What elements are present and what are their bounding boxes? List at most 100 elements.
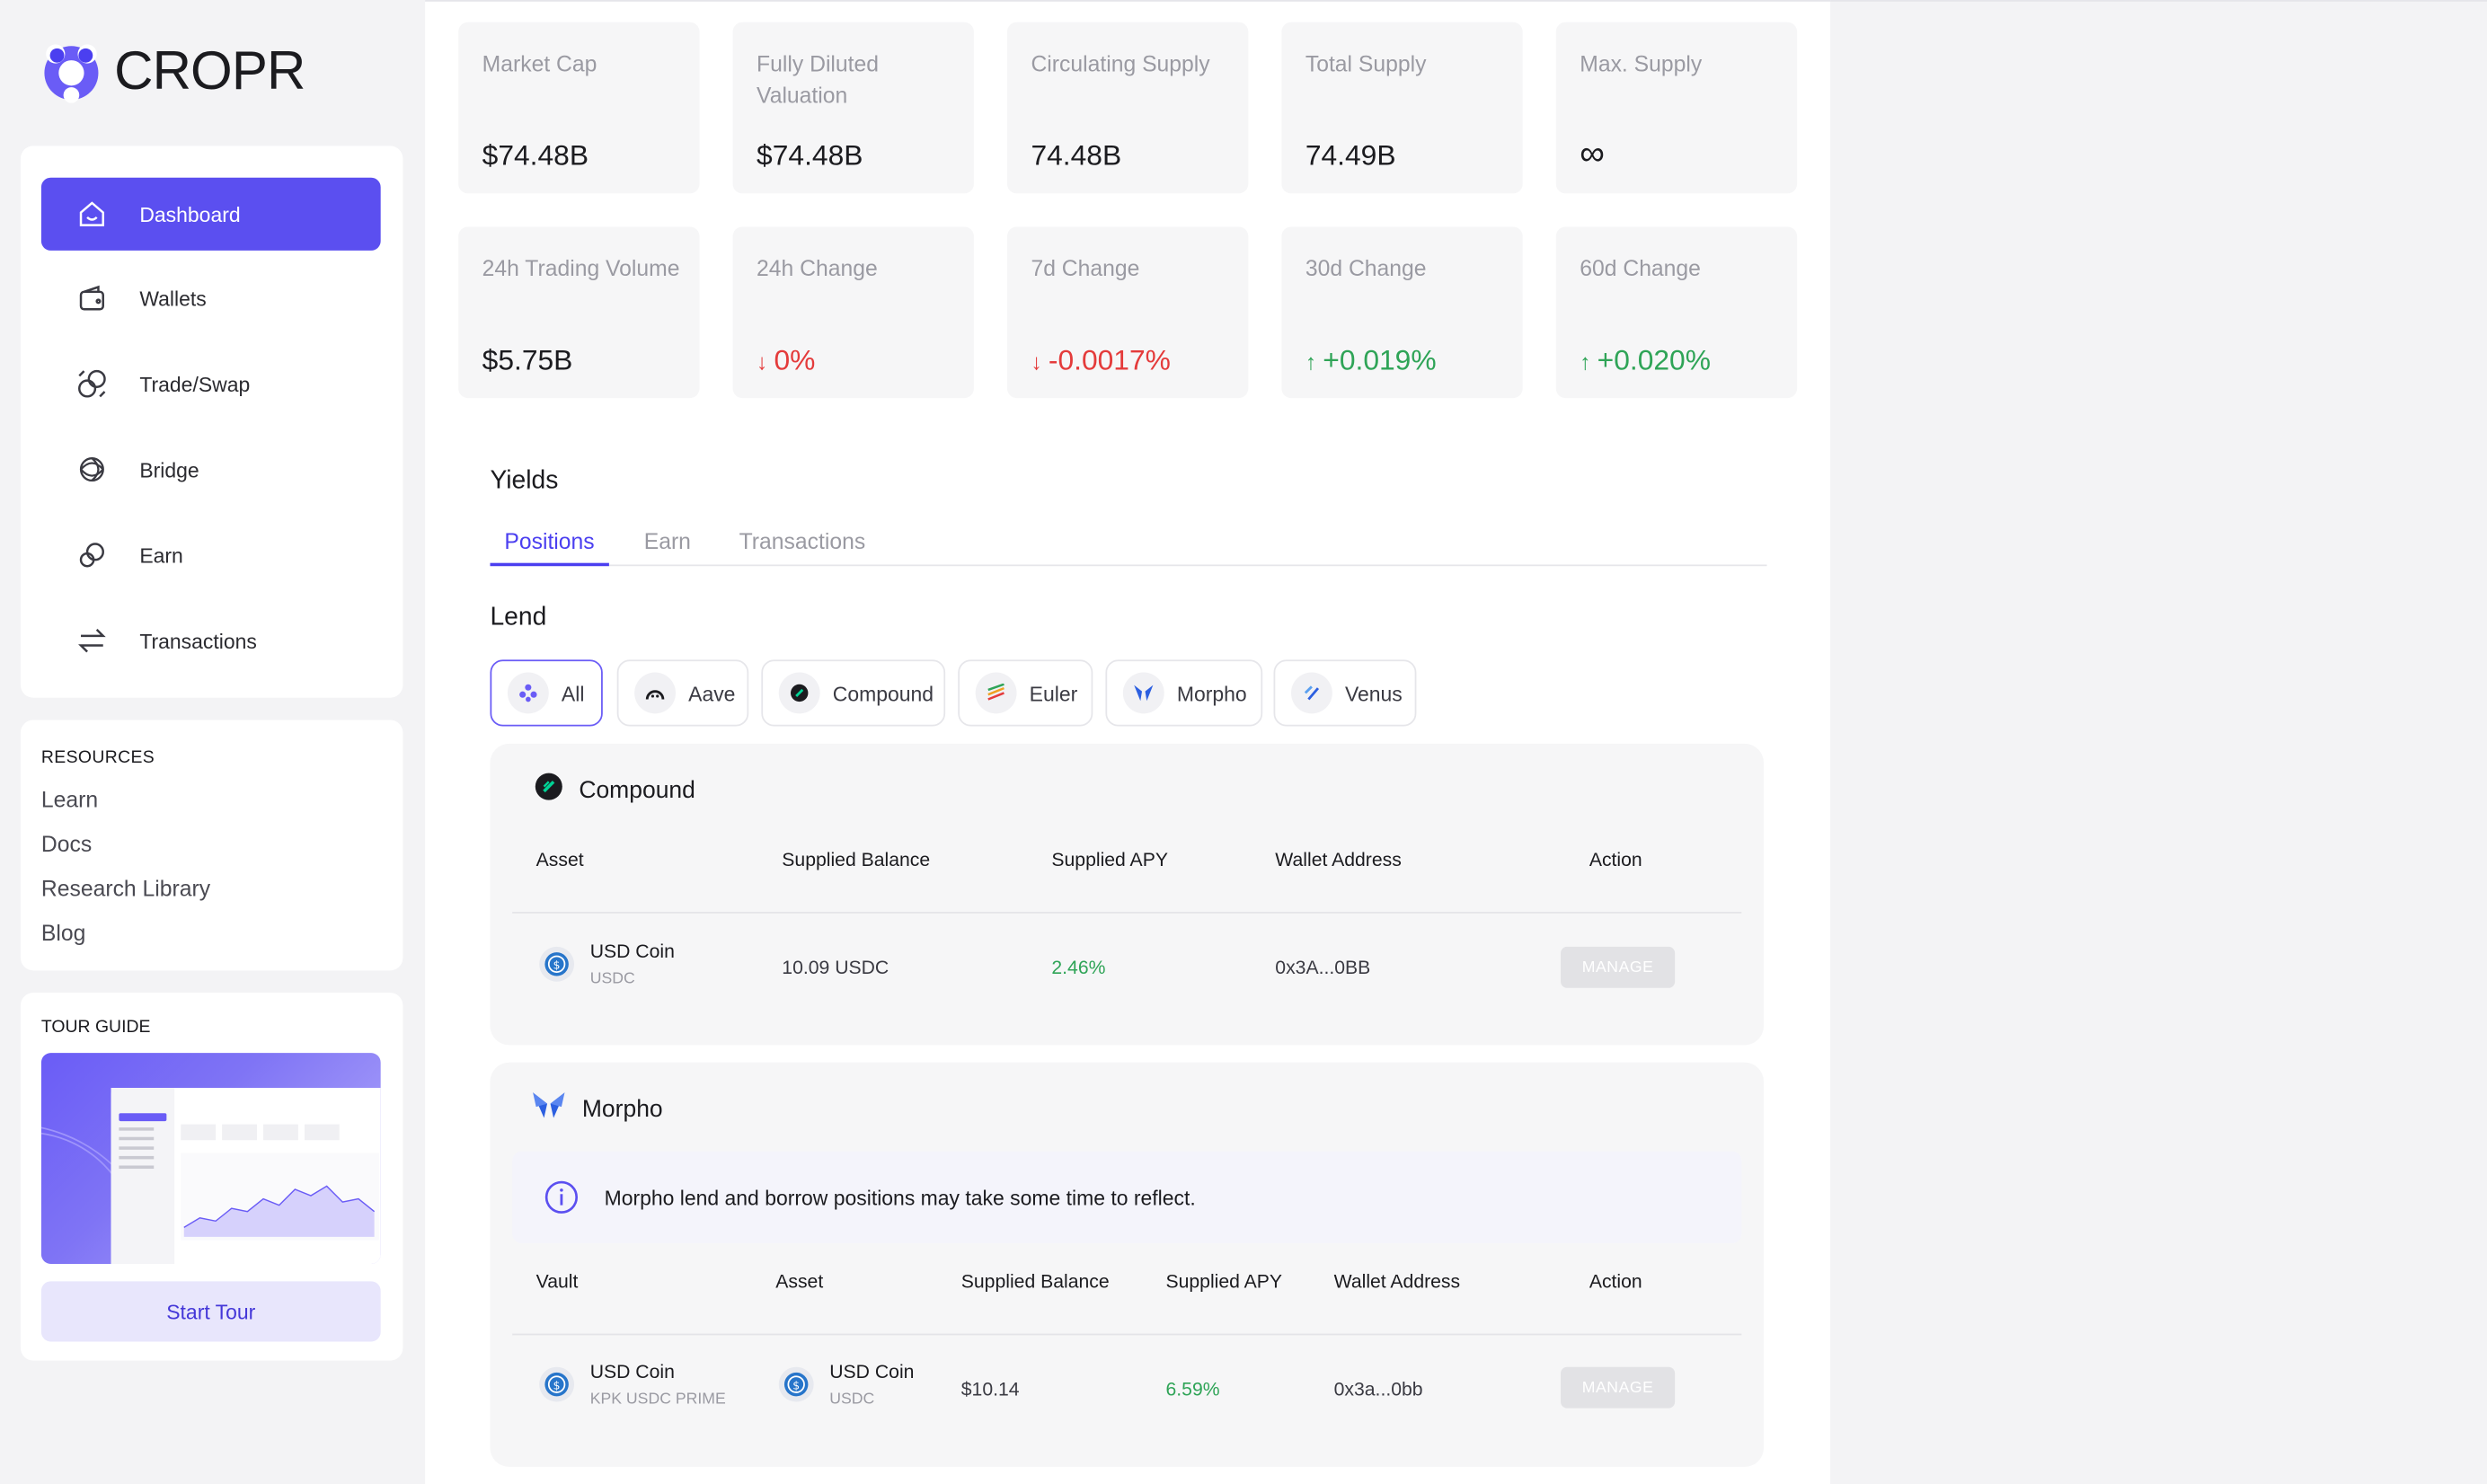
stat-value: $74.48B bbox=[482, 139, 589, 172]
aave-icon bbox=[634, 672, 677, 714]
morpho-positions-panel: Morpho Morpho lend and borrow positions … bbox=[490, 1062, 1765, 1467]
sidebar-item-label: Bridge bbox=[139, 457, 199, 481]
euler-icon bbox=[975, 672, 1017, 714]
stat-24h-change: 24h Change ↓ 0% bbox=[732, 226, 974, 399]
stat-value-up: ↑ +0.020% bbox=[1580, 344, 1711, 377]
sidebar-item-transactions[interactable]: Transactions bbox=[41, 605, 381, 677]
svg-text:$: $ bbox=[553, 959, 561, 972]
stat-label: Fully Diluted Valuation bbox=[757, 50, 880, 109]
stat-label: 30d Change bbox=[1305, 255, 1427, 281]
filter-morpho[interactable]: Morpho bbox=[1105, 659, 1263, 727]
resources-card: RESOURCES Learn Docs Research Library Bl… bbox=[20, 720, 403, 971]
stat-circulating-supply: Circulating Supply 74.48B bbox=[1006, 22, 1249, 194]
stat-total-supply: Total Supply 74.49B bbox=[1281, 22, 1523, 194]
resource-link-learn[interactable]: Learn bbox=[41, 787, 98, 812]
tour-guide-card: TOUR GUIDE Start Tour bbox=[20, 993, 403, 1361]
filter-aave[interactable]: Aave bbox=[616, 659, 749, 727]
sidebar-item-wallets[interactable]: Wallets bbox=[41, 261, 381, 334]
sidebar-item-trade-swap[interactable]: Trade/Swap bbox=[41, 348, 381, 420]
main-nav: Dashboard Wallets Trade/Swap Bridge Earn… bbox=[20, 146, 403, 698]
sidebar-item-bridge[interactable]: Bridge bbox=[41, 433, 381, 506]
column-header: Supplied Balance bbox=[782, 848, 931, 871]
wallet-address[interactable]: 0x3A...0BB bbox=[1275, 956, 1370, 978]
resource-link-blog[interactable]: Blog bbox=[41, 920, 85, 945]
yields-tabs: Positions Earn Transactions bbox=[490, 525, 1767, 567]
sidebar-item-label: Trade/Swap bbox=[139, 371, 251, 396]
filter-compound[interactable]: Compound bbox=[761, 659, 946, 727]
stat-label: 24h Trading Volume bbox=[482, 255, 680, 281]
right-pane bbox=[1830, 0, 2487, 1484]
wallet-icon bbox=[75, 280, 110, 315]
tour-preview-image bbox=[40, 1053, 381, 1264]
column-header: Vault bbox=[535, 1270, 579, 1293]
main-content: Market Cap $74.48B Fully Diluted Valuati… bbox=[425, 0, 1831, 1484]
stat-label: Total Supply bbox=[1305, 50, 1427, 76]
tour-guide-heading: TOUR GUIDE bbox=[40, 1018, 151, 1038]
manage-button[interactable]: MANAGE bbox=[1561, 946, 1676, 988]
filter-label: Euler bbox=[1029, 681, 1078, 705]
filter-label: Aave bbox=[688, 681, 736, 705]
tab-positions[interactable]: Positions bbox=[490, 528, 609, 567]
stat-60d-change: 60d Change ↑ +0.020% bbox=[1555, 226, 1798, 399]
usdc-icon: $ bbox=[778, 1366, 814, 1402]
filter-venus[interactable]: Venus bbox=[1273, 659, 1417, 727]
vault-symbol: KPK USDC PRIME bbox=[589, 1391, 726, 1409]
stat-7d-change: 7d Change ↓ -0.0017% bbox=[1006, 226, 1249, 399]
compound-positions-panel: Compound Asset Supplied Balance Supplied… bbox=[490, 743, 1765, 1046]
stat-value: -0.0017% bbox=[1048, 344, 1171, 376]
venus-icon bbox=[1290, 672, 1332, 714]
arrow-down-icon: ↓ bbox=[757, 348, 768, 374]
app-name: CROPR bbox=[114, 40, 305, 102]
filter-all[interactable]: All bbox=[490, 659, 603, 727]
column-header: Wallet Address bbox=[1333, 1270, 1461, 1293]
morpho-info-notice: Morpho lend and borrow positions may tak… bbox=[512, 1151, 1742, 1243]
usdc-icon: $ bbox=[539, 1366, 575, 1402]
app-logo[interactable]: CROPR bbox=[41, 41, 305, 103]
panel-title: Morpho bbox=[531, 1091, 663, 1126]
tab-earn[interactable]: Earn bbox=[630, 528, 705, 566]
wallet-address[interactable]: 0x3a...0bb bbox=[1334, 1378, 1423, 1400]
stat-24h-trading-volume: 24h Trading Volume $5.75B bbox=[458, 226, 700, 399]
filter-label: Compound bbox=[832, 681, 934, 705]
sidebar-item-label: Dashboard bbox=[139, 202, 241, 226]
panel-title: Compound bbox=[535, 773, 695, 808]
stat-label: 7d Change bbox=[1031, 255, 1140, 281]
arrow-up-icon: ↑ bbox=[1305, 348, 1317, 374]
manage-button[interactable]: MANAGE bbox=[1561, 1366, 1676, 1409]
earn-icon bbox=[75, 537, 110, 572]
supplied-apy: 6.59% bbox=[1165, 1378, 1220, 1400]
info-icon bbox=[544, 1179, 579, 1215]
column-header: Action bbox=[1589, 848, 1642, 871]
notice-text: Morpho lend and borrow positions may tak… bbox=[604, 1185, 1196, 1210]
lend-heading: Lend bbox=[490, 604, 547, 632]
asset-name: USD Coin bbox=[829, 1360, 915, 1383]
sidebar-item-dashboard[interactable]: Dashboard bbox=[40, 177, 381, 251]
stat-value: 0% bbox=[774, 344, 816, 376]
supplied-balance: 10.09 USDC bbox=[782, 956, 889, 979]
stat-label: 24h Change bbox=[757, 255, 878, 281]
sidebar-item-label: Wallets bbox=[139, 286, 207, 311]
stat-value: +0.020% bbox=[1597, 344, 1711, 376]
svg-text:$: $ bbox=[792, 1379, 800, 1391]
start-tour-button[interactable]: Start Tour bbox=[40, 1281, 381, 1342]
table-row-vault: $ USD Coin KPK USDC PRIME bbox=[539, 1361, 726, 1409]
supplied-balance: $10.14 bbox=[960, 1378, 1020, 1400]
resource-link-research-library[interactable]: Research Library bbox=[41, 875, 210, 900]
stat-fully-diluted-valuation: Fully Diluted Valuation $74.48B bbox=[732, 22, 974, 194]
filter-label: Venus bbox=[1344, 681, 1403, 705]
vault-name: USD Coin bbox=[589, 1360, 675, 1383]
sidebar-item-earn[interactable]: Earn bbox=[41, 518, 381, 591]
stat-value: +0.019% bbox=[1323, 344, 1437, 376]
filter-euler[interactable]: Euler bbox=[958, 659, 1093, 727]
column-header: Wallet Address bbox=[1275, 848, 1402, 871]
tab-transactions[interactable]: Transactions bbox=[725, 528, 880, 566]
cropr-logo-icon bbox=[41, 42, 102, 102]
asset-name: USD Coin bbox=[589, 940, 675, 963]
morpho-icon bbox=[531, 1091, 566, 1126]
column-header: Supplied Balance bbox=[960, 1270, 1110, 1293]
column-header: Asset bbox=[535, 848, 584, 871]
stat-value: 74.49B bbox=[1305, 139, 1396, 172]
stat-value: $74.48B bbox=[757, 139, 863, 172]
usdc-icon: $ bbox=[539, 946, 575, 982]
resource-link-docs[interactable]: Docs bbox=[41, 831, 92, 856]
